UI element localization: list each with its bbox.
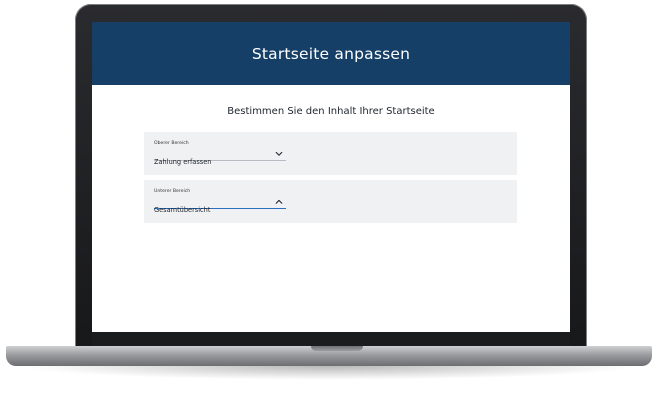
chevron-up-icon[interactable] (275, 198, 283, 206)
top-area-select[interactable]: Oberer Bereich Zahlung erfassen (154, 141, 286, 166)
top-area-value: Zahlung erfassen (154, 158, 212, 166)
laptop-shadow (20, 366, 638, 380)
page-subtitle: Bestimmen Sie den Inhalt Ihrer Startseit… (227, 106, 435, 117)
bottom-area-value-row[interactable]: Gesamtübersicht (154, 197, 286, 214)
chevron-down-icon[interactable] (275, 150, 283, 158)
bottom-area-value: Gesamtübersicht (154, 206, 211, 214)
page-title: Startseite anpassen (251, 44, 411, 63)
top-area-value-row[interactable]: Zahlung erfassen (154, 149, 286, 166)
app-header: Startseite anpassen (92, 22, 570, 85)
laptop-screen: Startseite anpassen Bestimmen Sie den In… (92, 22, 570, 332)
bottom-area-select[interactable]: Unterer Bereich Gesamtübersicht (154, 189, 286, 214)
laptop-notch (311, 346, 363, 351)
top-area-label: Oberer Bereich (154, 141, 189, 146)
settings-content: Bestimmen Sie den Inhalt Ihrer Startseit… (92, 85, 570, 332)
bottom-area-label: Unterer Bereich (154, 189, 191, 194)
top-area-panel: Oberer Bereich Zahlung erfassen (144, 132, 517, 175)
screen-bottom-bezel (92, 332, 570, 346)
bottom-area-panel: Unterer Bereich Gesamtübersicht (144, 180, 517, 223)
